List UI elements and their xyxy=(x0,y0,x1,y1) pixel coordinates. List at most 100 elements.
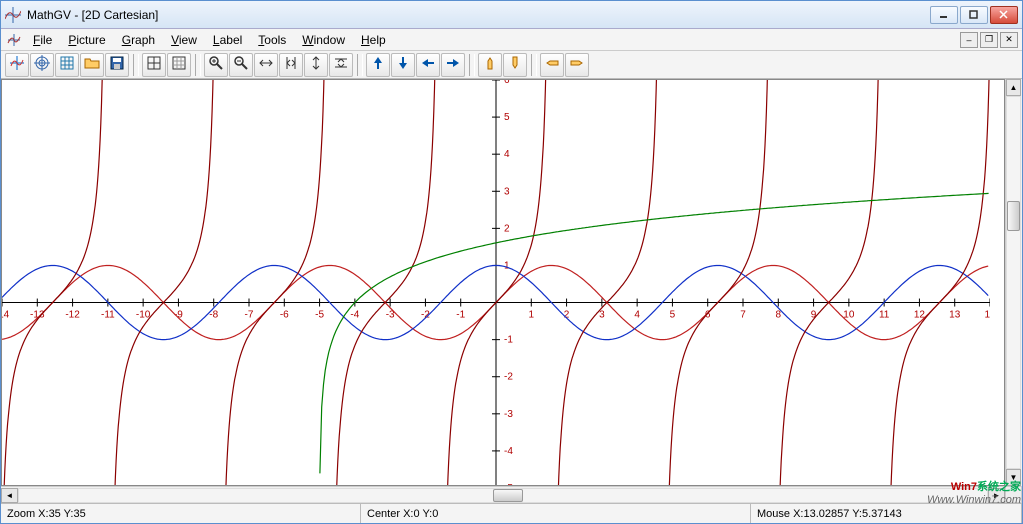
scroll-h-track[interactable] xyxy=(18,488,988,503)
titlebar: MathGV - [2D Cartesian] xyxy=(1,1,1022,29)
arrow-down-button[interactable] xyxy=(391,53,415,77)
svg-text:-6: -6 xyxy=(280,310,289,321)
menu-window[interactable]: Window xyxy=(294,31,353,49)
scroll-up-button[interactable]: ▲ xyxy=(1006,79,1021,96)
menu-label[interactable]: Label xyxy=(205,31,250,49)
arrow-up-button[interactable] xyxy=(366,53,390,77)
svg-text:-1: -1 xyxy=(456,310,465,321)
scrollbar-horizontal[interactable]: ◄ ► xyxy=(1,486,1005,503)
maximize-button[interactable] xyxy=(960,6,988,24)
svg-text:-1: -1 xyxy=(504,335,513,346)
toolbar-separator xyxy=(133,54,139,76)
hand-right-icon xyxy=(569,55,585,74)
svg-text:-14: -14 xyxy=(2,310,10,321)
grid-window-icon xyxy=(59,55,75,74)
target-icon xyxy=(34,55,50,74)
fit-width-icon xyxy=(258,55,274,74)
arrow-down-icon xyxy=(395,55,411,74)
arrow-right-icon xyxy=(445,55,461,74)
scroll-left-button[interactable]: ◄ xyxy=(1,488,18,503)
save-button[interactable] xyxy=(105,53,129,77)
axes-button[interactable] xyxy=(5,53,29,77)
close-button[interactable] xyxy=(990,6,1018,24)
toolbar-separator xyxy=(195,54,201,76)
fit-vert-icon xyxy=(333,55,349,74)
arrow-left-button[interactable] xyxy=(416,53,440,77)
zoom-out-button[interactable] xyxy=(229,53,253,77)
mdi-minimize-button[interactable]: ‒ xyxy=(960,32,978,48)
svg-text:5: 5 xyxy=(670,310,676,321)
app-window: MathGV - [2D Cartesian] FilePictureGraph… xyxy=(0,0,1023,524)
zoom-out-icon xyxy=(233,55,249,74)
grid-off-button[interactable] xyxy=(167,53,191,77)
grid-on-icon xyxy=(146,55,162,74)
status-zoom: Zoom X:35 Y:35 xyxy=(1,504,361,523)
svg-text:7: 7 xyxy=(740,310,746,321)
svg-text:3: 3 xyxy=(599,310,605,321)
scroll-v-track[interactable] xyxy=(1006,96,1021,469)
scroll-corner xyxy=(1005,486,1022,503)
svg-text:5: 5 xyxy=(504,112,510,123)
svg-text:6: 6 xyxy=(504,80,510,86)
fit-page-icon xyxy=(283,55,299,74)
arrow-left-icon xyxy=(420,55,436,74)
menu-file[interactable]: File xyxy=(25,31,60,49)
mdi-close-button[interactable]: ✕ xyxy=(1000,32,1018,48)
menu-picture[interactable]: Picture xyxy=(60,31,113,49)
svg-text:1: 1 xyxy=(504,260,510,271)
arrow-right-button[interactable] xyxy=(441,53,465,77)
menubar: FilePictureGraphViewLabelToolsWindowHelp… xyxy=(1,29,1022,51)
scroll-right-button[interactable]: ► xyxy=(988,488,1005,503)
grid-window-button[interactable] xyxy=(55,53,79,77)
svg-text:3: 3 xyxy=(504,186,510,197)
hand-left-icon xyxy=(544,55,560,74)
grid-on-button[interactable] xyxy=(142,53,166,77)
svg-text:-2: -2 xyxy=(504,372,513,383)
svg-text:4: 4 xyxy=(634,310,640,321)
svg-text:-7: -7 xyxy=(245,310,254,321)
menu-view[interactable]: View xyxy=(163,31,205,49)
svg-text:1: 1 xyxy=(529,310,535,321)
svg-text:-5: -5 xyxy=(315,310,324,321)
zoom-in-button[interactable] xyxy=(204,53,228,77)
svg-text:-12: -12 xyxy=(65,310,80,321)
menu-help[interactable]: Help xyxy=(353,31,394,49)
save-icon xyxy=(109,55,125,74)
toolbar-separator xyxy=(469,54,475,76)
minimize-button[interactable] xyxy=(930,6,958,24)
svg-text:11: 11 xyxy=(879,310,890,321)
fit-page-button[interactable] xyxy=(279,53,303,77)
menu-tools[interactable]: Tools xyxy=(250,31,294,49)
hand-right-button[interactable] xyxy=(565,53,589,77)
hand-left-button[interactable] xyxy=(540,53,564,77)
toolbar-separator xyxy=(531,54,537,76)
hand-up-icon xyxy=(482,55,498,74)
scroll-down-button[interactable]: ▼ xyxy=(1006,469,1021,486)
scrollbar-vertical[interactable]: ▲ ▼ xyxy=(1005,79,1022,486)
open-icon xyxy=(84,55,100,74)
axes-icon xyxy=(9,55,25,74)
plot-area[interactable]: -14-13-12-11-10-9-8-7-6-5-4-3-2-11234567… xyxy=(1,79,1005,486)
scroll-v-thumb[interactable] xyxy=(1007,201,1020,231)
status-mouse: Mouse X:13.02857 Y:5.37143 xyxy=(751,504,1022,523)
target-button[interactable] xyxy=(30,53,54,77)
fit-vert-button[interactable] xyxy=(329,53,353,77)
hand-up-button[interactable] xyxy=(478,53,502,77)
menu-graph[interactable]: Graph xyxy=(114,31,163,49)
app-icon xyxy=(5,7,21,23)
svg-text:-5: -5 xyxy=(504,483,513,486)
mdi-restore-button[interactable]: ❐ xyxy=(980,32,998,48)
scroll-h-thumb[interactable] xyxy=(493,489,523,502)
toolbar-separator xyxy=(357,54,363,76)
hand-down-button[interactable] xyxy=(503,53,527,77)
open-button[interactable] xyxy=(80,53,104,77)
grid-off-icon xyxy=(171,55,187,74)
svg-text:13: 13 xyxy=(949,310,961,321)
fit-width-button[interactable] xyxy=(254,53,278,77)
fit-height-button[interactable] xyxy=(304,53,328,77)
arrow-up-icon xyxy=(370,55,386,74)
svg-text:-4: -4 xyxy=(350,310,359,321)
svg-text:4: 4 xyxy=(504,149,510,160)
doc-icon xyxy=(5,32,23,48)
hand-down-icon xyxy=(507,55,523,74)
